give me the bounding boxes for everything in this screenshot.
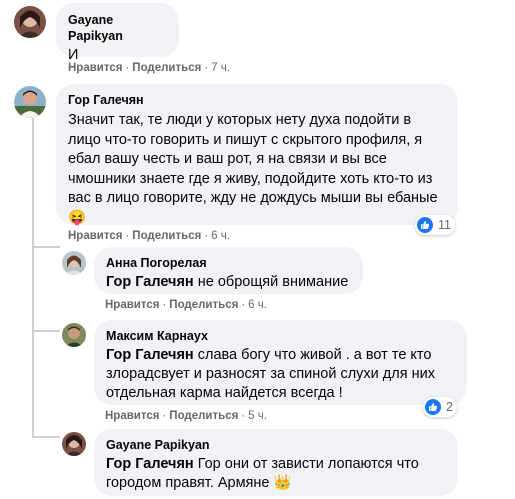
- reaction-count: 2: [446, 400, 453, 414]
- avatar-image: [62, 323, 86, 347]
- like-button[interactable]: Нравится: [105, 410, 159, 422]
- reaction-summary[interactable]: 11: [415, 215, 455, 235]
- reply-text: Гор Галечян не оброщяй внимание: [106, 273, 351, 292]
- reply-timestamp[interactable]: 5 ч.: [248, 410, 267, 422]
- separator-dot: ·: [162, 299, 167, 311]
- avatar[interactable]: [62, 432, 86, 456]
- avatar-image: [14, 6, 46, 38]
- avatar[interactable]: [62, 323, 86, 347]
- separator-dot: ·: [125, 62, 130, 74]
- thumbs-up-icon: [417, 217, 433, 233]
- reply-bubble: Анна Погорелая Гор Галечян не оброщяй вн…: [94, 247, 363, 294]
- reply-button[interactable]: Поделиться: [169, 410, 238, 422]
- avatar[interactable]: [14, 6, 46, 38]
- reply-button[interactable]: Поделиться: [132, 62, 201, 74]
- reaction-summary[interactable]: 2: [423, 397, 457, 417]
- reply-actions: Нравится · Поделиться · 5 ч.: [105, 409, 267, 423]
- avatar-image: [62, 432, 86, 456]
- reply-text: Гор Галечян слава богу что живой . а вот…: [106, 346, 455, 403]
- thumbs-up-icon: [425, 399, 441, 415]
- thread-line-branch-1: [32, 246, 60, 248]
- comment-bubble: Gayane Papikyan И: [56, 3, 179, 63]
- reply-author[interactable]: Анна Погорелая: [106, 255, 351, 271]
- thread-line-main: [32, 118, 34, 438]
- reply-button[interactable]: Поделиться: [169, 299, 238, 311]
- reply-author[interactable]: Gayane Papikyan: [106, 437, 446, 453]
- comment-text: Значит так, те люди у которых нету духа …: [68, 111, 446, 228]
- separator-dot: ·: [204, 62, 209, 74]
- comment-timestamp[interactable]: 7 ч.: [211, 62, 230, 74]
- crown-emoji: 👑: [273, 475, 292, 491]
- separator-dot: ·: [241, 299, 246, 311]
- mention-link[interactable]: Гор Галечян: [106, 347, 194, 363]
- reply-bubble: Максим Карнаух Гор Галечян слава богу чт…: [94, 320, 467, 405]
- separator-dot: ·: [162, 410, 167, 422]
- reply-actions: Нравится · Поделиться · 6 ч.: [105, 298, 267, 312]
- reply-text: Гор Галечян Гор они от зависти лопаются …: [106, 455, 446, 493]
- reply-author[interactable]: Максим Карнаух: [106, 328, 455, 344]
- mention-link[interactable]: Гор Галечян: [106, 274, 194, 290]
- separator-dot: ·: [204, 230, 209, 242]
- grinning-squinting-tongue-emoji: 😝: [68, 209, 87, 226]
- avatar-image: [14, 86, 46, 118]
- comment-author[interactable]: Gayane Papikyan: [68, 12, 167, 44]
- thread-line-branch-3: [32, 436, 60, 438]
- separator-dot: ·: [241, 410, 246, 422]
- like-button[interactable]: Нравится: [105, 299, 159, 311]
- comment-bubble: Гор Галечян Значит так, те люди у которы…: [56, 84, 458, 228]
- thread-line-branch-2: [32, 330, 60, 332]
- comment-text-body: Значит так, те люди у которых нету духа …: [68, 112, 438, 206]
- comment-timestamp[interactable]: 6 ч.: [211, 230, 230, 242]
- mention-link[interactable]: Гор Галечян: [106, 456, 194, 472]
- reply-text-body: не оброщяй внимание: [197, 274, 349, 290]
- comment-actions: Нравится · Поделиться · 6 ч.: [68, 229, 230, 243]
- like-button[interactable]: Нравится: [68, 62, 122, 74]
- avatar[interactable]: [14, 86, 46, 118]
- reply-bubble: Gayane Papikyan Гор Галечян Гор они от з…: [94, 429, 458, 496]
- avatar[interactable]: [62, 251, 86, 275]
- comment-actions: Нравится · Поделиться · 7 ч.: [68, 61, 230, 75]
- comment-author[interactable]: Гор Галечян: [68, 92, 446, 108]
- reply-button[interactable]: Поделиться: [132, 230, 201, 242]
- avatar-image: [62, 251, 86, 275]
- like-button[interactable]: Нравится: [68, 230, 122, 242]
- separator-dot: ·: [125, 230, 130, 242]
- reaction-count: 11: [438, 218, 451, 232]
- reply-timestamp[interactable]: 6 ч.: [248, 299, 267, 311]
